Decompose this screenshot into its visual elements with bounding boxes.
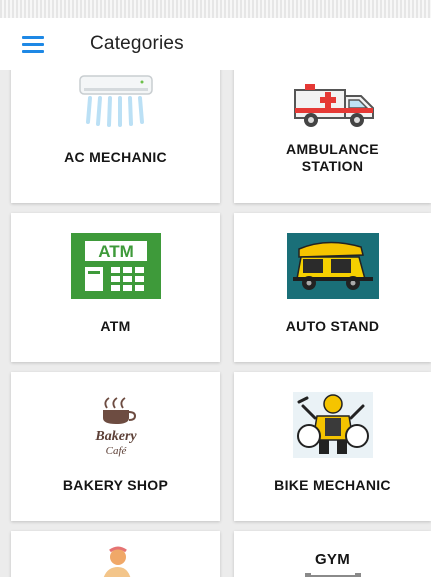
air-conditioner-icon [76, 70, 156, 128]
bike-mechanic-icon [287, 390, 379, 460]
category-card-bike-mechanic[interactable]: BIKE MECHANIC [234, 372, 431, 521]
svg-text:ATM: ATM [98, 242, 134, 261]
category-label: AUTO STAND [285, 318, 380, 334]
category-card-ambulance-station[interactable]: AMBULANCE STATION [234, 70, 431, 203]
category-label: AMBULANCE STATION [286, 141, 379, 174]
atm-icon: ATM [70, 233, 161, 299]
category-card-gym[interactable]: GYM [234, 531, 431, 577]
category-label: ATM [100, 318, 131, 334]
category-card-bakery-shop[interactable]: Bakery Café BAKERY SHOP [11, 372, 220, 521]
app-bar: Categories [0, 18, 431, 70]
status-bar [0, 0, 431, 18]
svg-text:Bakery: Bakery [94, 429, 137, 444]
category-label: BIKE MECHANIC [274, 477, 391, 493]
category-grid: AC MECHANIC AMBULANCE STATION ATM ATM AU… [0, 70, 431, 577]
category-card-atm[interactable]: ATM ATM [11, 213, 220, 362]
category-label: AC MECHANIC [64, 149, 167, 165]
category-label: GYM [314, 551, 351, 568]
gym-icon [303, 569, 363, 577]
ambulance-icon [287, 78, 379, 132]
person-icon [96, 545, 136, 577]
category-label: BAKERY SHOP [62, 477, 169, 493]
auto-rickshaw-icon [286, 233, 379, 299]
page-title: Categories [90, 33, 184, 54]
bakery-cafe-icon: Bakery Café [81, 396, 151, 460]
category-card-partial-left[interactable] [11, 531, 220, 577]
svg-text:Café: Café [105, 445, 127, 457]
category-card-ac-mechanic[interactable]: AC MECHANIC [11, 70, 220, 203]
hamburger-menu-icon[interactable] [22, 30, 50, 58]
category-card-auto-stand[interactable]: AUTO STAND [234, 213, 431, 362]
